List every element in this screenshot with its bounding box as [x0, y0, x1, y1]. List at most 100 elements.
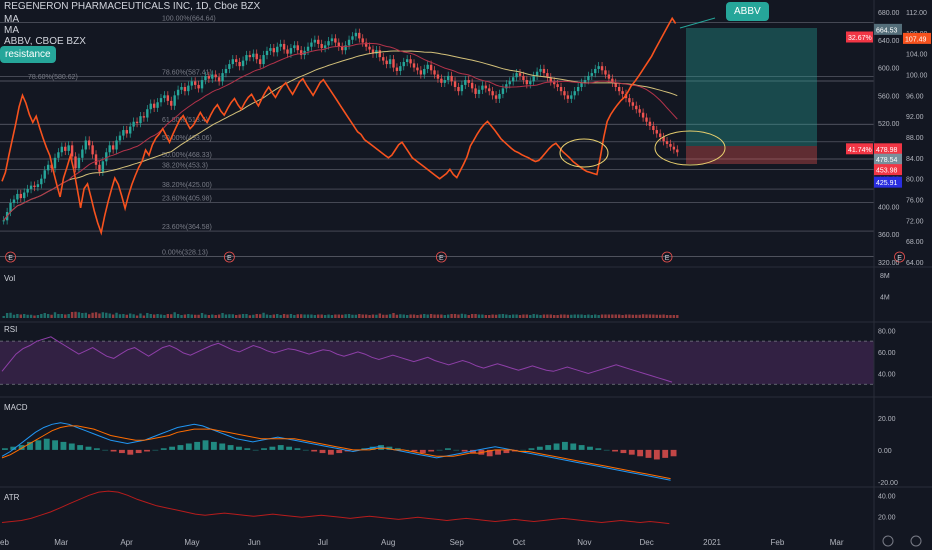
volume-bar [286, 314, 289, 318]
candle-body [105, 152, 108, 162]
volume-bar [9, 312, 12, 318]
macd-histogram-bar [336, 449, 343, 454]
macd-histogram-bar [244, 448, 251, 450]
candle-body [508, 81, 511, 85]
candle-body [669, 143, 672, 147]
candle-body [64, 146, 67, 151]
candle-body [518, 73, 522, 76]
volume-bar [323, 315, 327, 318]
candle-body [382, 57, 385, 61]
volume-bar [166, 314, 170, 318]
volume-bar [604, 314, 607, 318]
candle-body [395, 67, 399, 72]
macd-pane [1, 422, 677, 481]
volume-bar [217, 314, 221, 318]
candle-body [481, 85, 484, 90]
candle-body [122, 130, 125, 136]
volume-bar [200, 313, 204, 318]
volume-bar [426, 314, 429, 318]
macd-histogram-bar [603, 449, 610, 451]
candle-body [272, 48, 276, 53]
macd-histogram-bar [169, 446, 176, 450]
target-zone [686, 28, 817, 146]
volume-bar [614, 314, 617, 318]
abbv-callout: ABBV [726, 2, 769, 21]
volume-bar [529, 315, 532, 318]
abbv-tick-label: 72.00 [906, 218, 924, 225]
macd-histogram-bar [444, 448, 451, 450]
macd-histogram-bar [269, 446, 276, 450]
volume-bar [81, 313, 84, 318]
candle-body [600, 66, 604, 71]
signal-line [1, 425, 671, 480]
volume-bar [347, 314, 351, 318]
price-tick-label: 520.00 [878, 121, 900, 128]
macd-histogram-bar [110, 449, 117, 452]
volume-bar [447, 314, 450, 318]
volume-bar [23, 314, 26, 318]
candle-body [464, 80, 467, 85]
volume-bar [532, 314, 535, 318]
volume-bar [505, 314, 508, 318]
volume-bar [522, 314, 525, 318]
candle-body [152, 103, 156, 108]
fib-label: 0.00%(328.13) [162, 249, 208, 256]
volume-bar [477, 314, 481, 318]
volume-bar [617, 314, 621, 318]
candle-body [279, 43, 282, 47]
candle-body [293, 45, 296, 49]
macd-histogram-bar [177, 445, 184, 450]
ma-legend-2[interactable]: MA [4, 25, 19, 36]
candle-body [94, 154, 98, 165]
candle-body [187, 85, 190, 92]
volume-bar [570, 314, 573, 318]
earnings-letter: E [439, 255, 444, 262]
macd-histogram-bar [461, 449, 468, 452]
price-tag-label: 425.91 [876, 180, 898, 187]
volume-bar [491, 314, 494, 318]
macd-histogram-bar [43, 438, 50, 450]
candle-body [652, 125, 655, 131]
volume-bar [296, 314, 299, 318]
volume-bar [183, 314, 187, 318]
candle-body [248, 55, 252, 58]
candle-body [19, 193, 23, 199]
volume-pane [2, 311, 679, 318]
atr-tick-label: 20.00 [878, 514, 896, 521]
candle-body [532, 75, 535, 82]
symbol-title[interactable]: REGENERON PHARMACEUTICALS INC, 1D, Cboe … [4, 1, 260, 12]
candle-body [334, 38, 337, 43]
ma-fast-line [3, 42, 678, 221]
candle-body [594, 68, 597, 74]
candle-body [440, 78, 443, 83]
x-tick-label: Mar [54, 538, 68, 547]
volume-bar [364, 314, 368, 318]
volume-bar [125, 314, 128, 318]
volume-bar [231, 314, 234, 318]
macd-histogram-bar [495, 449, 501, 455]
candle-body [36, 184, 40, 187]
candle-body [402, 62, 405, 67]
rsi-tick-label: 80.00 [878, 328, 896, 335]
volume-bar [638, 314, 641, 318]
volume-bar [310, 314, 313, 318]
ma-legend-1[interactable]: MA [4, 14, 19, 25]
price-tag-label: 41.74% [848, 147, 872, 154]
candle-body [628, 98, 631, 103]
candle-body [146, 109, 149, 118]
candle-body [621, 91, 624, 94]
macd-histogram-bar [436, 449, 443, 451]
volume-bar [115, 312, 118, 318]
fib-label: 23.60%(364.58) [162, 224, 212, 231]
candle-body [265, 50, 269, 56]
volume-bar [12, 314, 16, 318]
fib-label: 38.20%(453.3) [162, 162, 208, 169]
volume-bar [149, 314, 152, 318]
volume-bar [515, 314, 518, 318]
candle-body [655, 130, 658, 134]
candle-body [604, 70, 607, 75]
earnings-markers: EEEEE [5, 251, 905, 263]
volume-bar [645, 314, 648, 318]
candle-body [436, 74, 440, 79]
candle-body [67, 145, 70, 151]
